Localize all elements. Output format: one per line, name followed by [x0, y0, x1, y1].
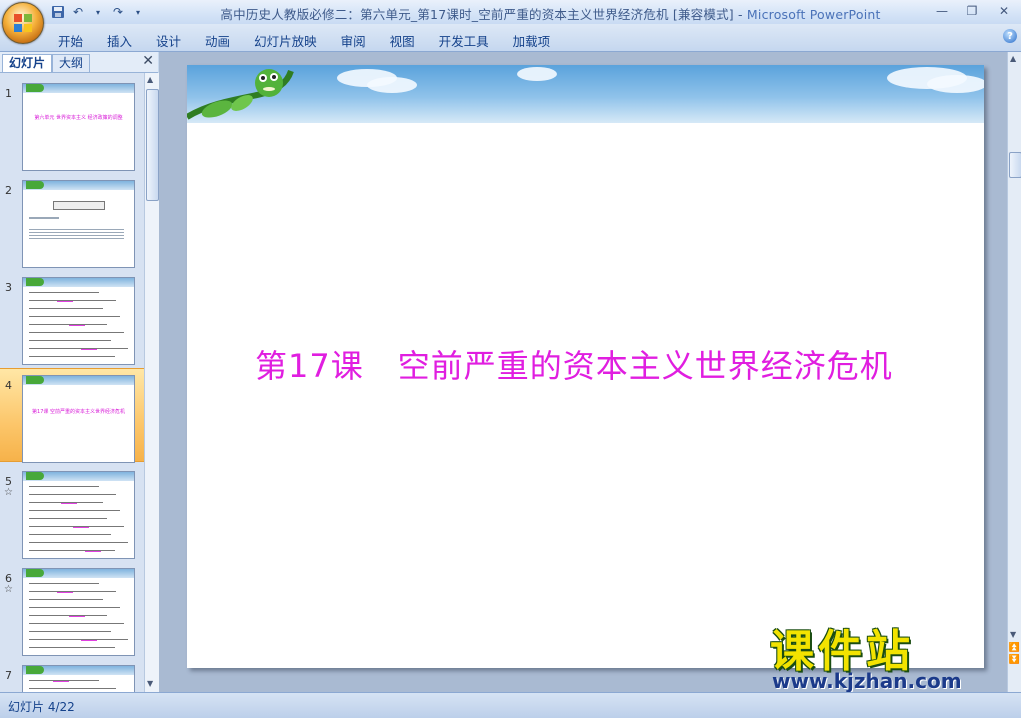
thumbnail-preview: 第17课 空前严重的资本主义世界经济危机 [22, 375, 135, 463]
next-slide-icon[interactable]: ⏬ [1008, 654, 1021, 666]
office-button[interactable] [2, 2, 44, 44]
cloud-decoration [927, 75, 984, 93]
ribbon-tab[interactable]: 插入 [95, 28, 144, 53]
slide-thumbnail-4[interactable]: 4 第17课 空前严重的资本主义世界经济危机 [0, 368, 144, 463]
ribbon-tab[interactable]: 开发工具 [427, 28, 501, 53]
window-title-doc: 高中历史人教版必修二：第六单元_第17课时_空前严重的资本主义世界经济危机 [兼… [220, 7, 734, 22]
thumbnail-preview [22, 471, 135, 559]
scroll-up-icon[interactable]: ▲ [1010, 54, 1016, 63]
current-slide[interactable]: 第17课 空前严重的资本主义世界经济危机 [187, 65, 984, 668]
ribbon-tab[interactable]: 幻灯片放映 [242, 28, 329, 53]
frog-vine-illustration [187, 69, 294, 120]
ribbon-tab[interactable]: 设计 [144, 28, 193, 53]
cloud-decoration [367, 77, 417, 93]
animation-star-icon: ☆ [4, 584, 13, 595]
thumbnail-number: 1 [5, 87, 12, 100]
slide-scrollbar[interactable]: ▲ ▼ [1007, 52, 1021, 692]
slide-thumbnails: 1 第六单元 世界资本主义 经济政策的调整 2 3 4 第17课 空前严重的资本主义世界经… [0, 73, 144, 692]
thumbnail-caption: 第17课 空前严重的资本主义世界经济危机 [32, 409, 125, 415]
save-icon[interactable] [50, 4, 66, 20]
ribbon-tab[interactable]: 开始 [46, 28, 95, 53]
thumbnail-caption: 第六单元 世界资本主义 经济政策的调整 [34, 115, 123, 121]
thumbnail-number: 2 [5, 184, 12, 197]
quick-access-toolbar: ↶ ▾ ↷ ▾ [50, 3, 146, 21]
ribbon: 开始 插入 设计 动画 幻灯片放映 审阅 视图 开发工具 加载项 ? [0, 24, 1021, 52]
close-icon[interactable]: ✕ [142, 53, 154, 69]
scroll-up-icon[interactable]: ▲ [147, 75, 153, 84]
slide-title-main: 空前严重的资本主义世界经济危机 [397, 347, 893, 385]
restore-button[interactable]: ❐ [957, 0, 987, 22]
scroll-down-icon[interactable]: ▼ [147, 679, 153, 688]
scroll-down-icon[interactable]: ▼ [1010, 630, 1016, 639]
undo-icon[interactable]: ↶ [70, 4, 86, 20]
status-bar: 幻灯片 4/22 [0, 692, 1021, 718]
slide-thumbnail-7[interactable]: 7 [0, 659, 144, 692]
slide-thumbnail-3[interactable]: 3 [0, 271, 144, 365]
tab-slides[interactable]: 幻灯片 [2, 54, 53, 72]
thumbnail-number: 4 [5, 379, 12, 392]
thumbnails-scrollbar[interactable]: ▲ ▼ [144, 73, 159, 692]
chevron-down-icon[interactable]: ▾ [90, 4, 106, 20]
redo-icon[interactable]: ↷ [110, 4, 126, 20]
help-icon[interactable]: ? [1003, 29, 1017, 43]
slide-nav-buttons: ⏫ ⏬ [1008, 642, 1021, 666]
window-title: 高中历史人教版必修二：第六单元_第17课时_空前严重的资本主义世界经济危机 [兼… [0, 4, 1021, 23]
window-title-sep: - [733, 7, 747, 22]
watermark-url: www.kjzhan.com [772, 669, 962, 693]
customize-toolbar-icon[interactable]: ▾ [130, 4, 146, 20]
thumbnail-preview [22, 180, 135, 268]
cloud-decoration [517, 67, 557, 81]
slide-thumbnail-6[interactable]: 6 ☆ [0, 562, 144, 656]
previous-slide-icon[interactable]: ⏫ [1008, 642, 1021, 654]
thumbnail-preview: 第六单元 世界资本主义 经济政策的调整 [22, 83, 135, 171]
slide-title-lesson: 第17课 [255, 347, 364, 385]
thumbnail-preview [22, 277, 135, 365]
thumbnail-preview [22, 665, 135, 692]
window-title-app: Microsoft PowerPoint [746, 7, 881, 22]
ribbon-tab[interactable]: 审阅 [329, 28, 378, 53]
thumbnail-preview [22, 568, 135, 656]
scroll-thumb[interactable] [1009, 152, 1021, 178]
animation-star-icon: ☆ [4, 487, 13, 498]
slide-editor: 第17课 空前严重的资本主义世界经济危机 ▲ ▼ ⏫ ⏬ [159, 52, 1021, 692]
slide-thumbnail-5[interactable]: 5 ☆ [0, 465, 144, 559]
title-bar: 高中历史人教版必修二：第六单元_第17课时_空前严重的资本主义世界经济危机 [兼… [0, 0, 1021, 24]
ribbon-tab[interactable]: 加载项 [501, 28, 563, 53]
slide-title[interactable]: 第17课 空前严重的资本主义世界经济危机 [255, 341, 893, 387]
slide-thumbnail-1[interactable]: 1 第六单元 世界资本主义 经济政策的调整 [0, 77, 144, 171]
thumbnail-number: 7 [5, 669, 12, 682]
slides-panel: 幻灯片 大纲 ✕ 1 第六单元 世界资本主义 经济政策的调整 2 3 4 第17课 空前严… [0, 52, 159, 692]
ribbon-tab[interactable]: 动画 [193, 28, 242, 53]
thumbnail-number: 3 [5, 281, 12, 294]
slide-indicator: 幻灯片 4/22 [8, 700, 75, 714]
close-button[interactable]: ✕ [987, 0, 1021, 22]
office-logo-icon [14, 14, 32, 32]
scroll-thumb[interactable] [146, 89, 159, 201]
minimize-button[interactable]: — [927, 0, 957, 22]
tab-outline[interactable]: 大纲 [52, 54, 91, 72]
watermark: 课件站 www.kjzhan.com [770, 615, 1005, 695]
panel-tabs: 幻灯片 大纲 ✕ [0, 52, 158, 73]
slide-thumbnail-2[interactable]: 2 [0, 174, 144, 268]
ribbon-tab[interactable]: 视图 [378, 28, 427, 53]
